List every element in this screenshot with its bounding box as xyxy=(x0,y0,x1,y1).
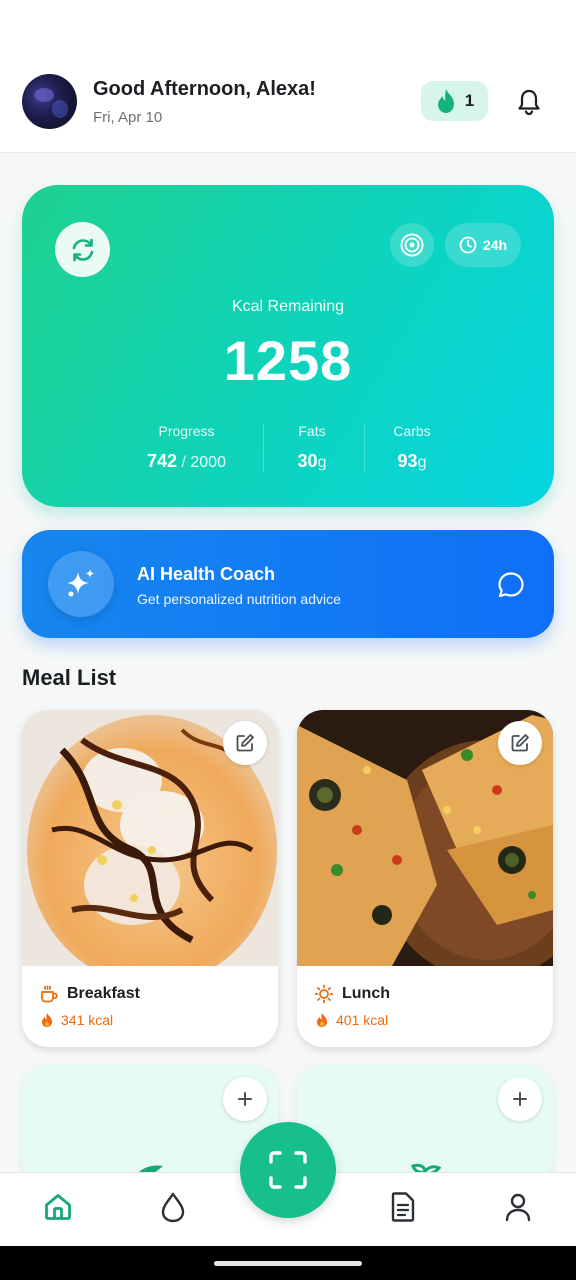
app-header: Good Afternoon, Alexa! Fri, Apr 10 1 xyxy=(0,0,576,153)
notification-bell-icon[interactable] xyxy=(513,86,545,118)
sun-icon xyxy=(314,984,334,1004)
profile-icon xyxy=(505,1193,531,1222)
meal-name: Breakfast xyxy=(67,985,140,1002)
progress-goal: / 2000 xyxy=(177,454,226,471)
meal-name: Lunch xyxy=(342,985,390,1002)
add-meal-button[interactable] xyxy=(223,1077,267,1121)
home-indicator[interactable] xyxy=(214,1261,362,1266)
carbs-value: 93 xyxy=(397,451,418,471)
date-text: Fri, Apr 10 xyxy=(93,109,163,126)
fats-unit: g xyxy=(317,454,327,471)
edit-lunch-button[interactable] xyxy=(498,721,542,765)
fire-icon xyxy=(317,1013,327,1027)
edit-icon xyxy=(236,734,254,752)
edit-breakfast-button[interactable] xyxy=(223,721,267,765)
carbs-unit: g xyxy=(417,454,427,471)
meal-kcal: 341 kcal xyxy=(61,1012,114,1028)
coffee-icon xyxy=(41,985,58,1003)
water-drop-icon xyxy=(161,1192,185,1223)
plus-icon xyxy=(238,1092,252,1106)
document-icon xyxy=(391,1192,415,1222)
fats-label: Fats xyxy=(298,423,326,439)
goal-target-button[interactable] xyxy=(390,223,434,267)
carbs-stat: Carbs 93g xyxy=(372,423,452,472)
progress-label: Progress xyxy=(158,423,215,439)
meal-kcal: 401 kcal xyxy=(336,1012,389,1028)
nav-reports[interactable] xyxy=(385,1189,421,1225)
scan-meal-button[interactable] xyxy=(240,1122,336,1218)
nav-profile[interactable] xyxy=(500,1189,536,1225)
streak-badge[interactable]: 1 xyxy=(421,81,488,121)
fire-icon xyxy=(42,1013,52,1027)
plus-icon xyxy=(513,1092,527,1106)
fats-value: 30 xyxy=(297,451,318,471)
kcal-remaining-label: Kcal Remaining xyxy=(231,298,345,315)
chat-bubble-icon[interactable] xyxy=(496,570,526,600)
streak-count: 1 xyxy=(464,91,475,110)
coach-subtitle: Get personalized nutrition advice xyxy=(137,591,341,607)
nav-home[interactable] xyxy=(40,1189,76,1225)
kcal-summary-card: 24h Kcal Remaining 1258 Progress 742 / 2… xyxy=(22,185,554,507)
progress-stat: Progress 742 / 2000 xyxy=(124,423,249,472)
meal-card-lunch[interactable]: Lunch 401 kcal xyxy=(297,710,553,1047)
sparkles-icon xyxy=(67,569,95,597)
system-navigation-bar xyxy=(0,1246,576,1280)
timeframe-label: 24h xyxy=(482,237,508,253)
carbs-label: Carbs xyxy=(393,423,431,439)
greeting-text: Good Afternoon, Alexa! xyxy=(93,78,316,100)
target-icon xyxy=(400,233,424,257)
edit-icon xyxy=(511,734,529,752)
timeframe-button[interactable]: 24h xyxy=(445,223,521,267)
stat-divider xyxy=(263,423,264,473)
meal-list-title: Meal List xyxy=(22,665,117,690)
scan-icon xyxy=(269,1151,307,1189)
refresh-icon xyxy=(72,238,93,261)
nav-water[interactable] xyxy=(155,1189,191,1225)
home-icon xyxy=(45,1194,71,1220)
flame-icon xyxy=(437,89,454,113)
coach-icon-badge xyxy=(48,551,114,617)
kcal-remaining-value: 1258 xyxy=(223,329,353,392)
fats-stat: Fats 30g xyxy=(272,423,352,472)
avatar[interactable] xyxy=(22,74,77,129)
clock-icon xyxy=(459,236,477,254)
meal-card-breakfast[interactable]: Breakfast 341 kcal xyxy=(22,710,278,1047)
progress-value: 742 xyxy=(147,451,178,471)
stat-divider xyxy=(364,423,365,473)
coach-title: AI Health Coach xyxy=(137,564,276,584)
add-meal-button[interactable] xyxy=(498,1077,542,1121)
refresh-button[interactable] xyxy=(55,222,110,277)
ai-health-coach-card[interactable]: AI Health Coach Get personalized nutriti… xyxy=(22,530,554,638)
